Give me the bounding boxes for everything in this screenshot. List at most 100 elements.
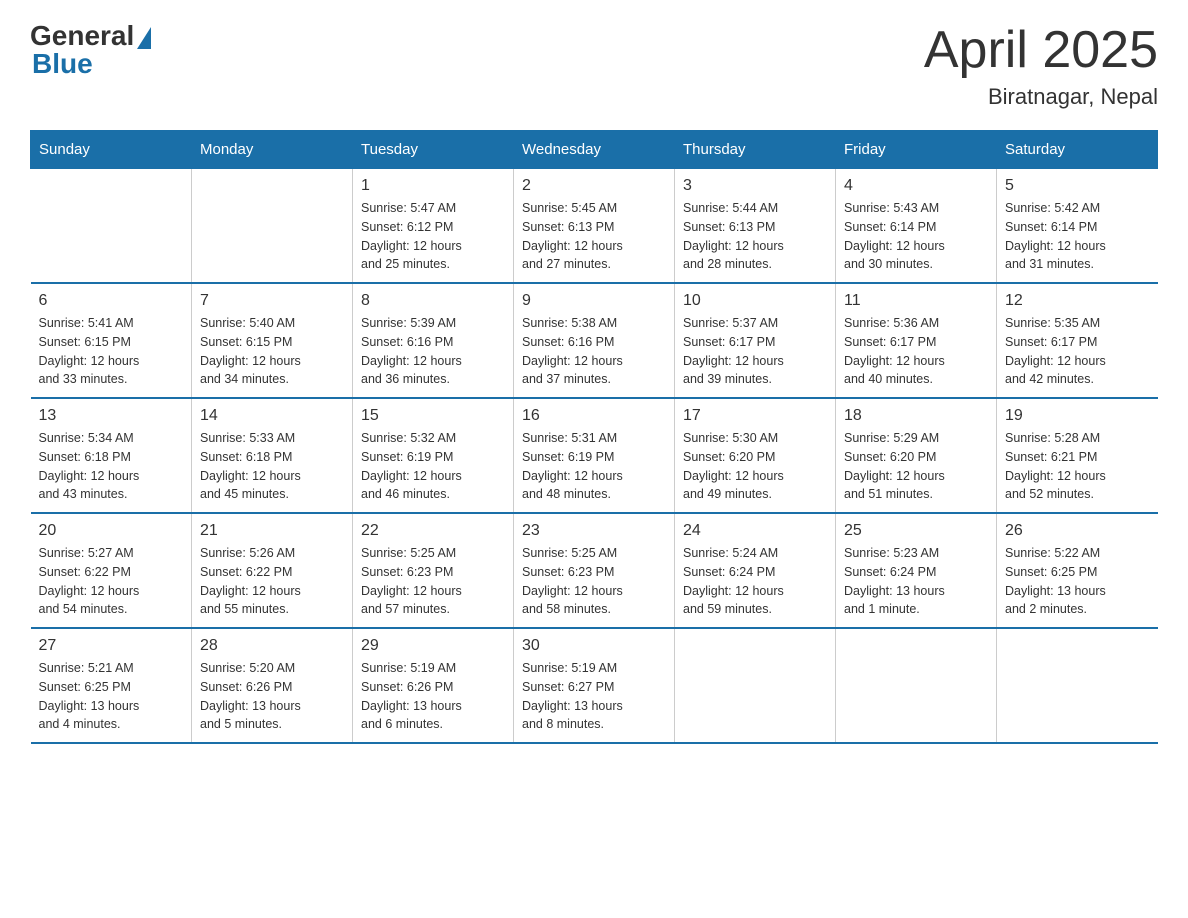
calendar-cell: 23 Sunrise: 5:25 AMSunset: 6:23 PMDayligh…	[514, 513, 675, 628]
calendar-cell	[675, 628, 836, 743]
calendar-cell: 9 Sunrise: 5:38 AMSunset: 6:16 PMDaylight…	[514, 283, 675, 398]
calendar-week-row: 13 Sunrise: 5:34 AMSunset: 6:18 PMDayligh…	[31, 398, 1158, 513]
calendar-cell	[31, 169, 192, 284]
calendar-cell: 15 Sunrise: 5:32 AMSunset: 6:19 PMDayligh…	[353, 398, 514, 513]
day-number: 12	[1005, 292, 1150, 310]
day-info: Sunrise: 5:38 AMSunset: 6:16 PMDaylight:…	[522, 314, 666, 389]
calendar-cell	[997, 628, 1158, 743]
day-number: 18	[844, 407, 988, 425]
day-number: 19	[1005, 407, 1150, 425]
calendar-cell: 10 Sunrise: 5:37 AMSunset: 6:17 PMDayligh…	[675, 283, 836, 398]
main-title: April 2025	[924, 20, 1158, 80]
calendar-cell: 25 Sunrise: 5:23 AMSunset: 6:24 PMDayligh…	[836, 513, 997, 628]
day-header-saturday: Saturday	[997, 131, 1158, 169]
day-number: 8	[361, 292, 505, 310]
logo-blue-text: Blue	[32, 48, 93, 80]
day-number: 10	[683, 292, 827, 310]
day-info: Sunrise: 5:29 AMSunset: 6:20 PMDaylight:…	[844, 429, 988, 504]
logo: General Blue	[30, 20, 151, 80]
day-number: 15	[361, 407, 505, 425]
day-number: 5	[1005, 177, 1150, 195]
calendar-cell: 20Sunrise: 5:27 AMSunset: 6:22 PMDayligh…	[31, 513, 192, 628]
calendar-cell: 29 Sunrise: 5:19 AMSunset: 6:26 PMDayligh…	[353, 628, 514, 743]
day-info: Sunrise: 5:28 AMSunset: 6:21 PMDaylight:…	[1005, 429, 1150, 504]
day-number: 3	[683, 177, 827, 195]
day-number: 9	[522, 292, 666, 310]
day-info: Sunrise: 5:35 AMSunset: 6:17 PMDaylight:…	[1005, 314, 1150, 389]
day-info: Sunrise: 5:41 AMSunset: 6:15 PMDaylight:…	[39, 314, 184, 389]
day-info: Sunrise: 5:33 AMSunset: 6:18 PMDaylight:…	[200, 429, 344, 504]
title-section: April 2025 Biratnagar, Nepal	[924, 20, 1158, 110]
day-header-tuesday: Tuesday	[353, 131, 514, 169]
day-number: 4	[844, 177, 988, 195]
day-info: Sunrise: 5:47 AMSunset: 6:12 PMDaylight:…	[361, 199, 505, 274]
day-info: Sunrise: 5:30 AMSunset: 6:20 PMDaylight:…	[683, 429, 827, 504]
calendar-cell: 3Sunrise: 5:44 AMSunset: 6:13 PMDaylight…	[675, 169, 836, 284]
day-number: 14	[200, 407, 344, 425]
day-number: 24	[683, 522, 827, 540]
day-info: Sunrise: 5:25 AMSunset: 6:23 PMDaylight:…	[361, 544, 505, 619]
day-info: Sunrise: 5:37 AMSunset: 6:17 PMDaylight:…	[683, 314, 827, 389]
calendar-cell: 1 Sunrise: 5:47 AMSunset: 6:12 PMDaylight…	[353, 169, 514, 284]
day-info: Sunrise: 5:20 AMSunset: 6:26 PMDaylight:…	[200, 659, 344, 734]
day-number: 23	[522, 522, 666, 540]
calendar-cell: 8 Sunrise: 5:39 AMSunset: 6:16 PMDaylight…	[353, 283, 514, 398]
day-info: Sunrise: 5:36 AMSunset: 6:17 PMDaylight:…	[844, 314, 988, 389]
calendar-cell: 16 Sunrise: 5:31 AMSunset: 6:19 PMDayligh…	[514, 398, 675, 513]
day-info: Sunrise: 5:32 AMSunset: 6:19 PMDaylight:…	[361, 429, 505, 504]
day-number: 21	[200, 522, 344, 540]
day-number: 17	[683, 407, 827, 425]
subtitle: Biratnagar, Nepal	[924, 84, 1158, 110]
day-info: Sunrise: 5:24 AMSunset: 6:24 PMDaylight:…	[683, 544, 827, 619]
day-info: Sunrise: 5:27 AMSunset: 6:22 PMDaylight:…	[39, 544, 184, 619]
day-number: 11	[844, 292, 988, 310]
calendar-cell: 21 Sunrise: 5:26 AMSunset: 6:22 PMDayligh…	[192, 513, 353, 628]
calendar-cell: 19 Sunrise: 5:28 AMSunset: 6:21 PMDayligh…	[997, 398, 1158, 513]
day-info: Sunrise: 5:45 AMSunset: 6:13 PMDaylight:…	[522, 199, 666, 274]
day-info: Sunrise: 5:42 AMSunset: 6:14 PMDaylight:…	[1005, 199, 1150, 274]
calendar-cell: 22 Sunrise: 5:25 AMSunset: 6:23 PMDayligh…	[353, 513, 514, 628]
day-info: Sunrise: 5:21 AMSunset: 6:25 PMDaylight:…	[39, 659, 184, 734]
calendar-cell: 12 Sunrise: 5:35 AMSunset: 6:17 PMDayligh…	[997, 283, 1158, 398]
day-info: Sunrise: 5:26 AMSunset: 6:22 PMDaylight:…	[200, 544, 344, 619]
day-info: Sunrise: 5:19 AMSunset: 6:26 PMDaylight:…	[361, 659, 505, 734]
day-number: 6	[39, 292, 184, 310]
calendar-cell: 11 Sunrise: 5:36 AMSunset: 6:17 PMDayligh…	[836, 283, 997, 398]
calendar-cell: 27Sunrise: 5:21 AMSunset: 6:25 PMDayligh…	[31, 628, 192, 743]
calendar-cell	[836, 628, 997, 743]
calendar-cell: 18 Sunrise: 5:29 AMSunset: 6:20 PMDayligh…	[836, 398, 997, 513]
calendar-week-row: 27Sunrise: 5:21 AMSunset: 6:25 PMDayligh…	[31, 628, 1158, 743]
day-info: Sunrise: 5:23 AMSunset: 6:24 PMDaylight:…	[844, 544, 988, 619]
logo-triangle-icon	[137, 27, 151, 49]
calendar-cell: 14 Sunrise: 5:33 AMSunset: 6:18 PMDayligh…	[192, 398, 353, 513]
day-number: 25	[844, 522, 988, 540]
day-header-sunday: Sunday	[31, 131, 192, 169]
calendar-cell	[192, 169, 353, 284]
day-header-friday: Friday	[836, 131, 997, 169]
calendar-week-row: 20Sunrise: 5:27 AMSunset: 6:22 PMDayligh…	[31, 513, 1158, 628]
day-number: 16	[522, 407, 666, 425]
day-number: 22	[361, 522, 505, 540]
day-number: 29	[361, 637, 505, 655]
day-number: 2	[522, 177, 666, 195]
calendar-week-row: 1 Sunrise: 5:47 AMSunset: 6:12 PMDaylight…	[31, 169, 1158, 284]
day-info: Sunrise: 5:34 AMSunset: 6:18 PMDaylight:…	[39, 429, 184, 504]
calendar-cell: 30Sunrise: 5:19 AMSunset: 6:27 PMDayligh…	[514, 628, 675, 743]
calendar-table: SundayMondayTuesdayWednesdayThursdayFrid…	[30, 130, 1158, 744]
day-info: Sunrise: 5:22 AMSunset: 6:25 PMDaylight:…	[1005, 544, 1150, 619]
day-info: Sunrise: 5:40 AMSunset: 6:15 PMDaylight:…	[200, 314, 344, 389]
day-header-monday: Monday	[192, 131, 353, 169]
day-number: 1	[361, 177, 505, 195]
day-header-wednesday: Wednesday	[514, 131, 675, 169]
day-info: Sunrise: 5:39 AMSunset: 6:16 PMDaylight:…	[361, 314, 505, 389]
calendar-cell: 4Sunrise: 5:43 AMSunset: 6:14 PMDaylight…	[836, 169, 997, 284]
day-info: Sunrise: 5:25 AMSunset: 6:23 PMDaylight:…	[522, 544, 666, 619]
day-number: 30	[522, 637, 666, 655]
day-number: 28	[200, 637, 344, 655]
day-info: Sunrise: 5:31 AMSunset: 6:19 PMDaylight:…	[522, 429, 666, 504]
calendar-header-row: SundayMondayTuesdayWednesdayThursdayFrid…	[31, 131, 1158, 169]
day-header-thursday: Thursday	[675, 131, 836, 169]
day-number: 13	[39, 407, 184, 425]
calendar-cell: 17 Sunrise: 5:30 AMSunset: 6:20 PMDayligh…	[675, 398, 836, 513]
calendar-cell: 13 Sunrise: 5:34 AMSunset: 6:18 PMDayligh…	[31, 398, 192, 513]
